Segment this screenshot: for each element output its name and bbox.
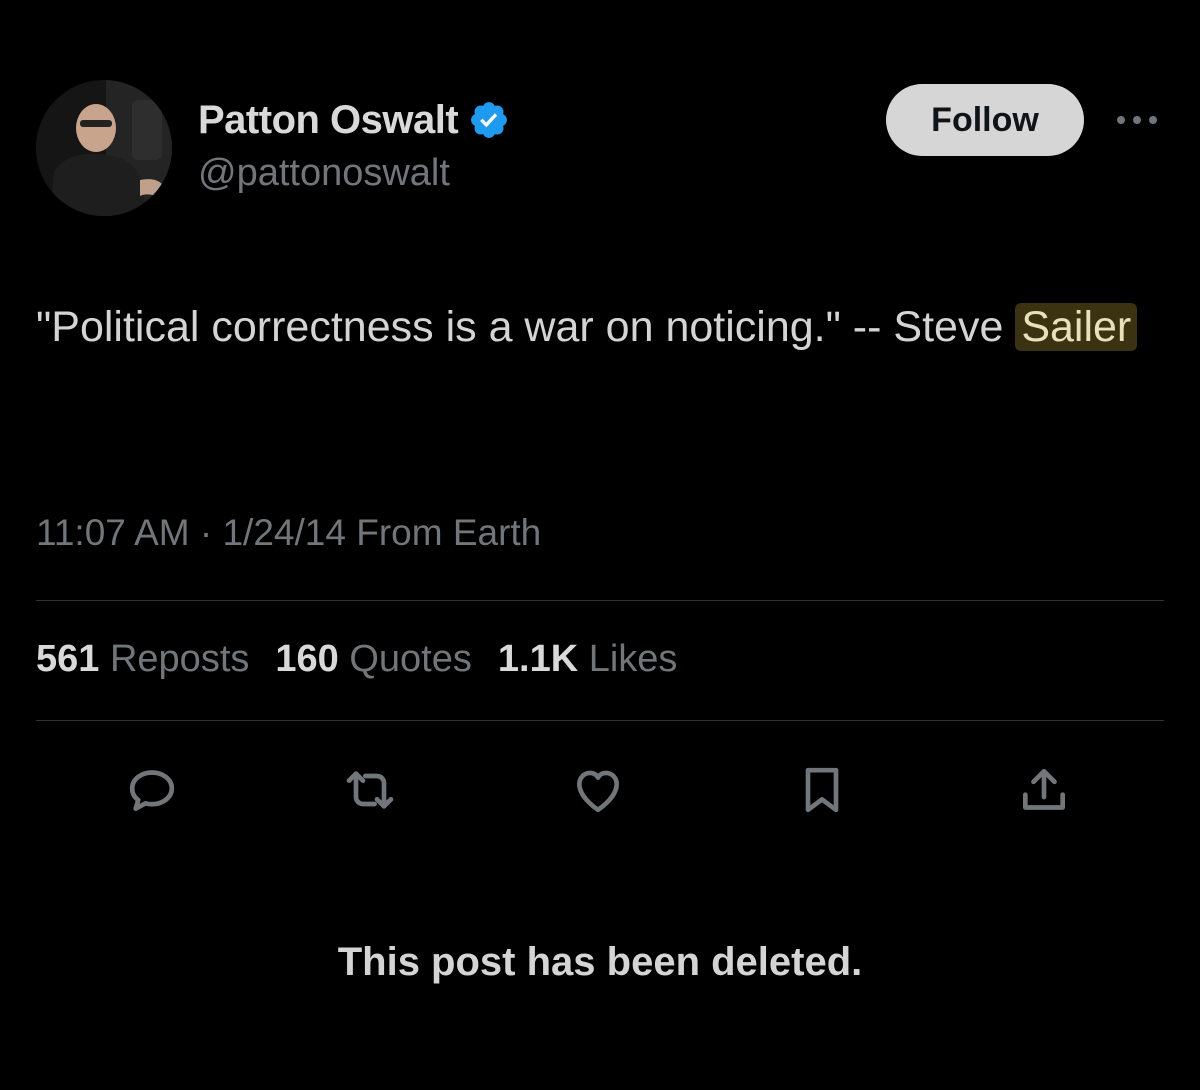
like-icon[interactable] <box>568 760 628 820</box>
engagement-stats: 561 Reposts 160 Quotes 1.1K Likes <box>36 638 677 681</box>
share-icon[interactable] <box>1014 760 1074 820</box>
meta-separator: · <box>199 512 213 553</box>
verified-badge-icon <box>471 102 508 138</box>
divider <box>36 720 1164 721</box>
tweet-text-main: "Political correctness is a war on notic… <box>36 303 1004 351</box>
tweet-meta: 11:07 AM · 1/24/14 From Earth <box>36 512 541 554</box>
divider <box>36 600 1164 601</box>
bookmark-icon[interactable] <box>792 760 852 820</box>
follow-button[interactable]: Follow <box>886 84 1084 156</box>
tweet-time[interactable]: 11:07 AM <box>36 512 190 553</box>
avatar[interactable] <box>36 80 172 216</box>
more-icon[interactable] <box>1112 100 1162 140</box>
tweet-source: From Earth <box>356 512 542 553</box>
likes-count: 1.1K <box>497 638 579 680</box>
reposts-count: 561 <box>36 638 100 680</box>
likes-label: Likes <box>588 638 678 680</box>
tweet-text-highlight: Sailer <box>1015 303 1138 351</box>
deleted-notice: This post has been deleted. <box>337 940 863 984</box>
reposts-label: Reposts <box>109 638 250 680</box>
quotes-label: Quotes <box>349 638 472 680</box>
tweet-date[interactable]: 1/24/14 <box>222 512 345 553</box>
repost-icon[interactable] <box>340 760 400 820</box>
quotes-stat[interactable]: 160 Quotes <box>275 638 472 681</box>
tweet-text: "Political correctness is a war on notic… <box>36 292 1166 362</box>
quotes-count: 160 <box>275 638 339 680</box>
author-display-name[interactable]: Patton Oswalt <box>198 98 459 143</box>
reposts-stat[interactable]: 561 Reposts <box>36 638 249 681</box>
author-handle[interactable]: @pattonoswalt <box>198 152 450 195</box>
reply-icon[interactable] <box>122 760 182 820</box>
author-name-row[interactable]: Patton Oswalt <box>198 96 510 144</box>
likes-stat[interactable]: 1.1K Likes <box>498 638 678 681</box>
